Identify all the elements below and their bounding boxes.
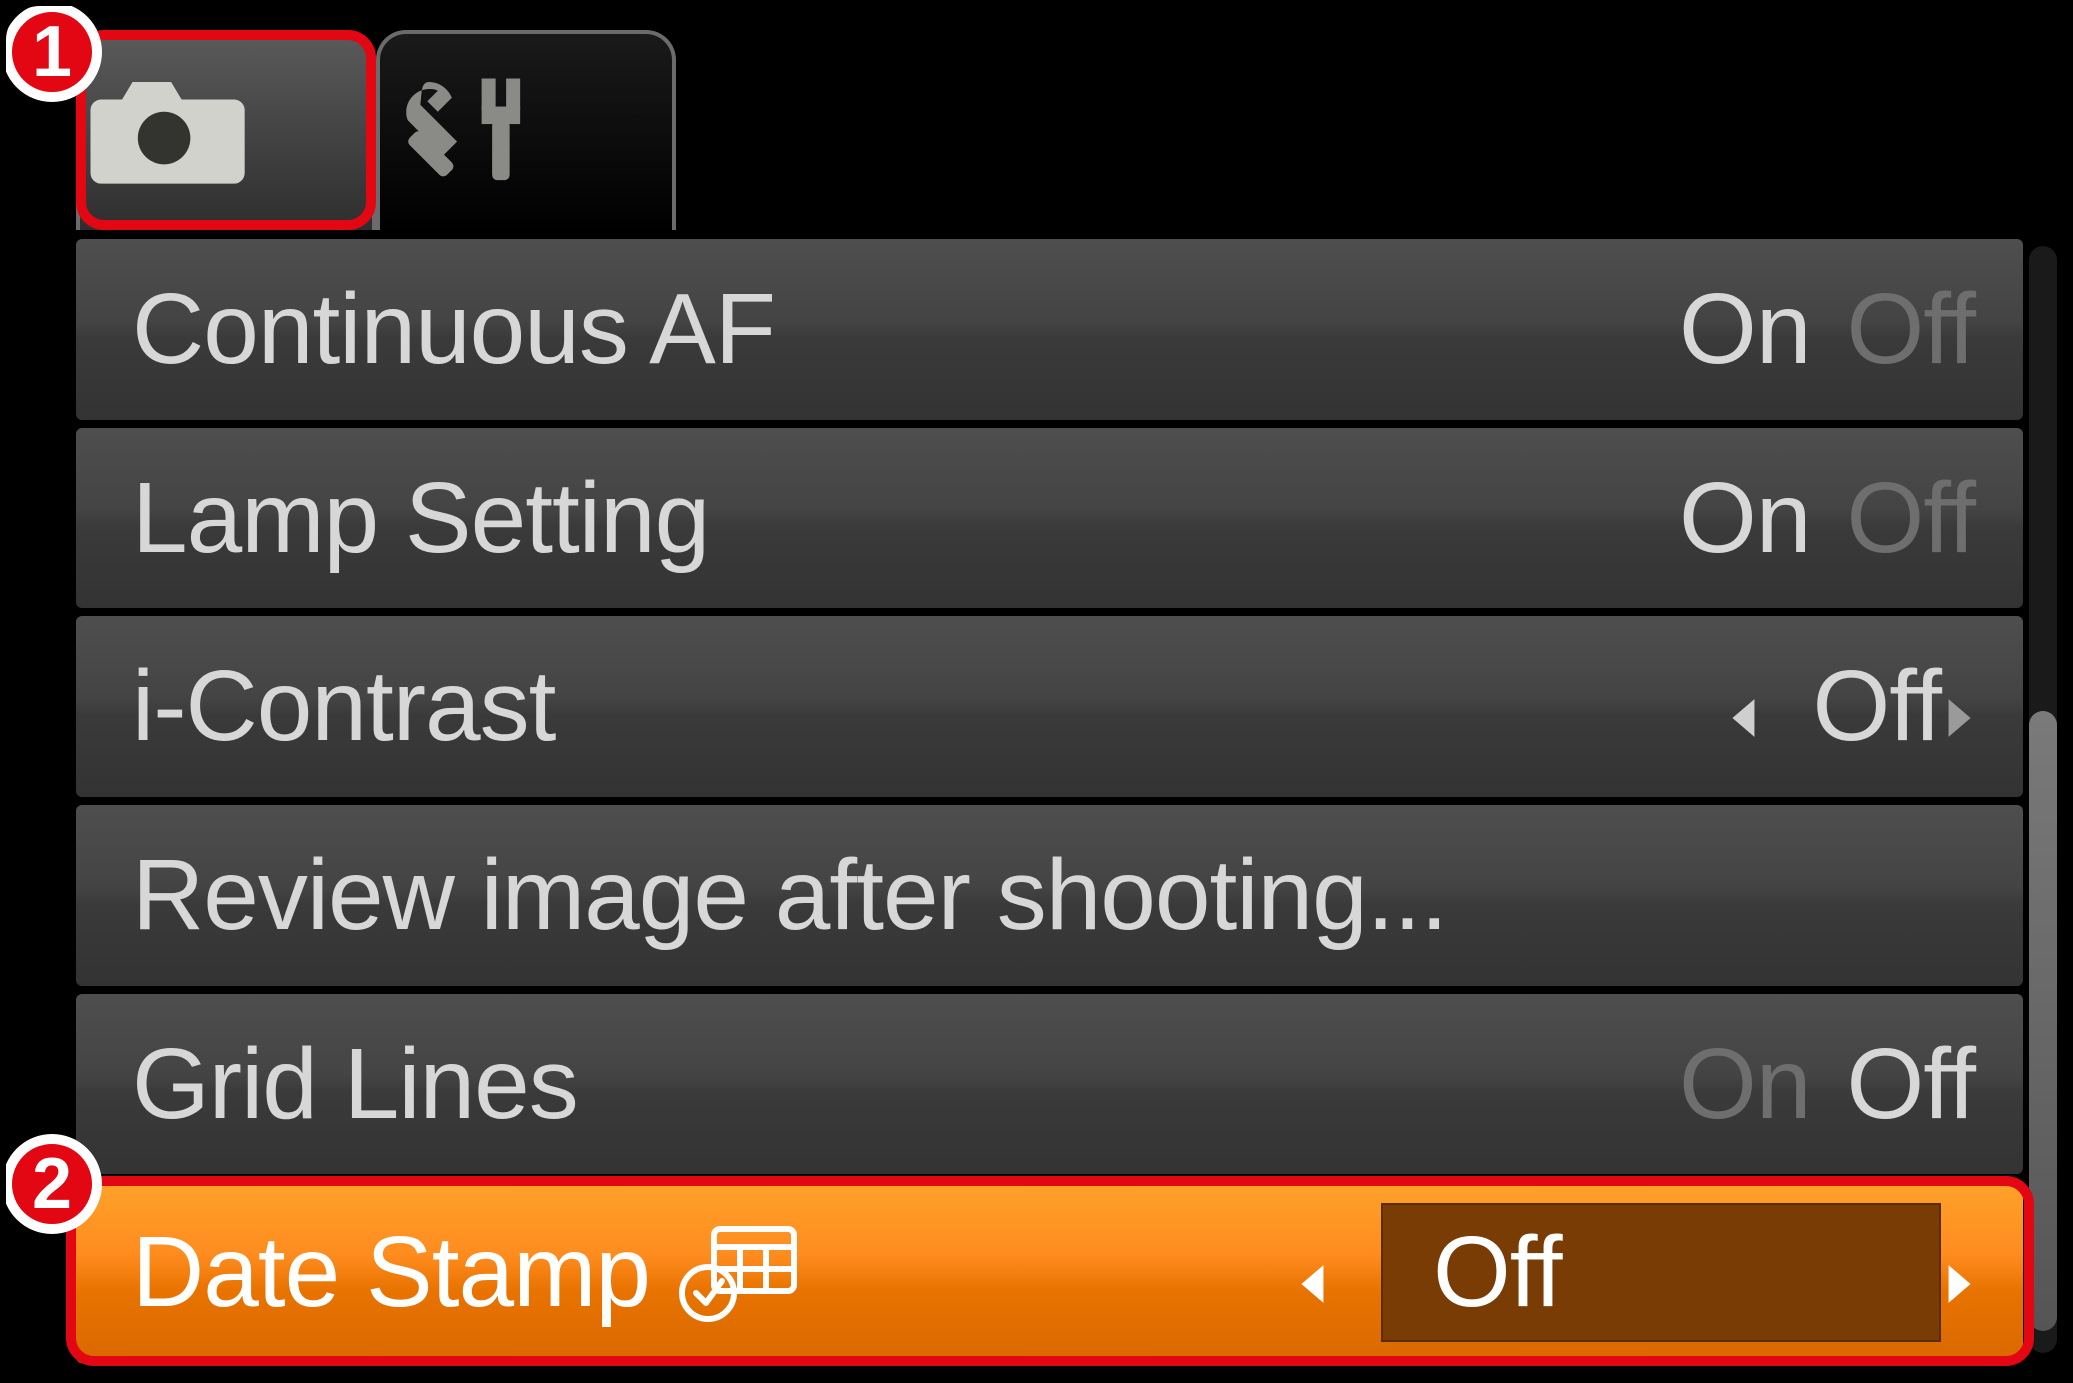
chevron-right-icon[interactable] xyxy=(1941,1215,1975,1330)
tab-setup[interactable] xyxy=(376,30,676,230)
callout-badge-2: 2 xyxy=(2,1134,102,1234)
chevron-right-icon[interactable] xyxy=(1941,649,1975,764)
menu-label: i-Contrast xyxy=(132,649,555,764)
menu-row-date-stamp[interactable]: Date Stamp xyxy=(76,1182,2023,1363)
option-off[interactable]: Off xyxy=(1846,272,1975,387)
tools-icon xyxy=(380,68,672,196)
menu-label: Lamp Setting xyxy=(132,461,709,576)
camera-menu-screen: 1 2 xyxy=(0,0,2073,1383)
value-selector[interactable]: Off xyxy=(1728,649,1941,764)
camera-icon xyxy=(80,68,372,196)
scrollbar-thumb[interactable] xyxy=(2029,711,2057,1331)
tab-shooting[interactable] xyxy=(76,30,376,230)
menu-row-review-image[interactable]: Review image after shooting... xyxy=(76,805,2023,986)
date-stamp-icon xyxy=(678,1218,798,1328)
menu-row-i-contrast[interactable]: i-Contrast Off xyxy=(76,616,2023,797)
tab-bar xyxy=(76,30,676,230)
option-on[interactable]: On xyxy=(1679,1027,1810,1142)
chevron-left-icon[interactable] xyxy=(1297,1215,1331,1330)
menu-row-continuous-af[interactable]: Continuous AF On Off xyxy=(76,239,2023,420)
chevron-left-icon[interactable] xyxy=(1728,649,1762,764)
option-off[interactable]: Off xyxy=(1846,461,1975,576)
menu-label: Grid Lines xyxy=(132,1027,578,1142)
menu-scrollbar[interactable] xyxy=(2029,246,2057,1353)
menu-list: Continuous AF On Off Lamp Setting On Off… xyxy=(76,239,2023,1363)
menu-row-lamp-setting[interactable]: Lamp Setting On Off xyxy=(76,428,2023,609)
selector-value: Off xyxy=(1812,649,1941,764)
callout-badge-1: 1 xyxy=(2,2,102,102)
menu-label: Date Stamp xyxy=(132,1215,650,1330)
option-on[interactable]: On xyxy=(1679,461,1810,576)
option-on[interactable]: On xyxy=(1679,272,1810,387)
menu-label: Continuous AF xyxy=(132,272,775,387)
option-off[interactable]: Off xyxy=(1846,1027,1975,1142)
menu-row-grid-lines[interactable]: Grid Lines On Off xyxy=(76,994,2023,1175)
menu-label: Review image after shooting... xyxy=(132,838,1447,953)
selector-value: Off xyxy=(1381,1203,1941,1342)
value-selector[interactable]: Off xyxy=(1297,1203,1941,1342)
